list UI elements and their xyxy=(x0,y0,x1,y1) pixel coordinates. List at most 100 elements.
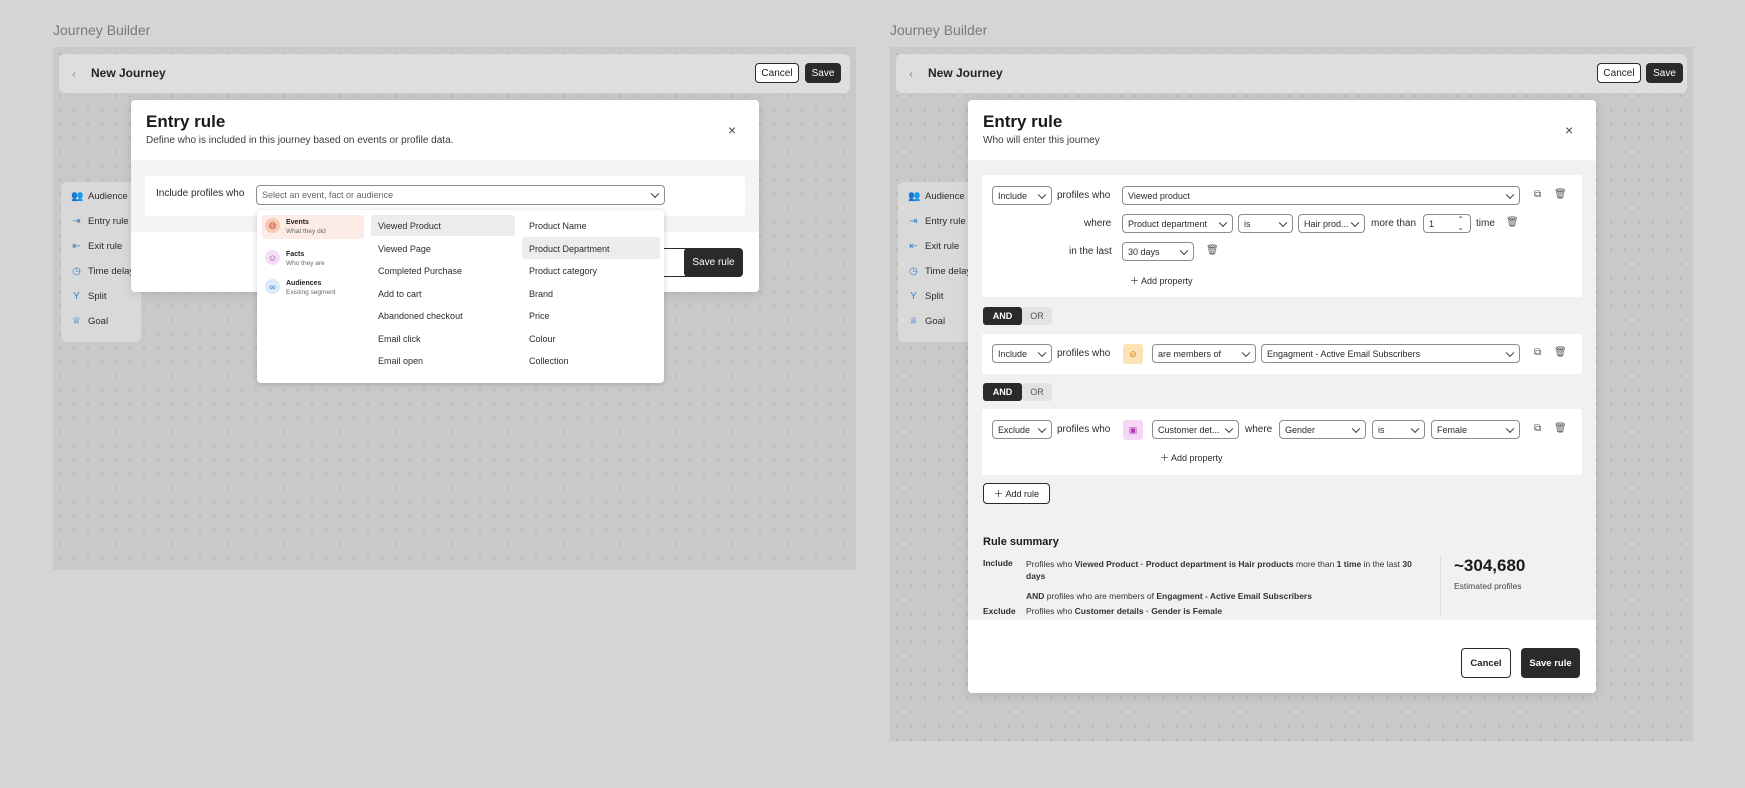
fact-select[interactable]: Customer det... xyxy=(1152,420,1239,439)
operator-select[interactable]: is xyxy=(1372,420,1425,439)
trash-icon[interactable]: 🗑 xyxy=(1206,245,1219,256)
sidebar-item-goal[interactable]: ♕ Goal xyxy=(908,316,945,327)
summary-include-label: Include xyxy=(983,558,1013,568)
include-label: Include profiles who xyxy=(156,188,245,199)
relation-select[interactable]: are members of xyxy=(1152,344,1256,363)
event-option[interactable]: Viewed Product xyxy=(378,221,441,231)
add-property-button[interactable]: ＋ Add property xyxy=(1130,274,1193,287)
event-dropdown: ◍ Events What they did ☺ Facts Who they ar… xyxy=(257,210,664,383)
frame-label-right: Journey Builder xyxy=(890,22,988,38)
event-option[interactable]: Abandoned checkout xyxy=(378,311,463,321)
trash-icon[interactable]: 🗑 xyxy=(1554,189,1567,200)
mode-select[interactable]: Include xyxy=(992,344,1052,363)
cancel-button[interactable]: Cancel xyxy=(755,63,799,83)
sidebar-item-audience[interactable]: 👥 Audience xyxy=(908,191,965,202)
audience-select[interactable]: Engagment - Active Email Subscribers xyxy=(1261,344,1520,363)
property-option[interactable]: Product category xyxy=(529,266,597,276)
event-option[interactable]: Completed Purchase xyxy=(378,266,462,276)
and-toggle[interactable]: AND xyxy=(983,383,1022,401)
summary-exclude-text: Profiles who Customer details · Gender i… xyxy=(1026,606,1223,616)
journey-topbar: ‹ New Journey Cancel Save xyxy=(896,54,1687,93)
back-icon[interactable]: ‹ xyxy=(909,67,913,81)
event-select[interactable]: Viewed product xyxy=(1122,186,1520,205)
property-option[interactable]: Collection xyxy=(529,356,569,366)
or-toggle[interactable]: OR xyxy=(1022,307,1052,325)
duplicate-icon[interactable]: ⧉ xyxy=(1534,347,1541,358)
event-select[interactable]: Select an event, fact or audience xyxy=(256,185,665,205)
count-stepper[interactable]: 1 ⌃ ⌄ xyxy=(1423,214,1471,233)
sidebar-item-entry-rule[interactable]: ⇥ Entry rule xyxy=(71,216,128,227)
sidebar-item-split[interactable]: Y Split xyxy=(71,291,106,302)
trash-icon[interactable]: 🗑 xyxy=(1554,347,1567,358)
summary-include-text: Profiles who Viewed Product · Product de… xyxy=(1026,559,1412,581)
sidebar-item-time-delay[interactable]: ◷ Time delay xyxy=(908,266,971,277)
property-option[interactable]: Price xyxy=(529,311,550,321)
property-option[interactable]: Product Department xyxy=(529,244,610,254)
mouse-icon: ◍ xyxy=(265,218,280,233)
value-select[interactable]: Hair prod... xyxy=(1298,214,1365,233)
category-audiences[interactable]: ∞ Audiences Existing segment xyxy=(265,279,336,297)
operator-select[interactable]: is xyxy=(1238,214,1293,233)
event-option[interactable]: Email click xyxy=(378,334,421,344)
people-icon: 👥 xyxy=(908,191,921,202)
sidebar-item-time-delay[interactable]: ◷ Time delay xyxy=(71,266,134,277)
trophy-icon: ♕ xyxy=(909,316,918,327)
sidebar-item-audience[interactable]: 👥 Audience xyxy=(71,191,128,202)
trash-icon[interactable]: 🗑 xyxy=(1506,217,1519,228)
property-option[interactable]: Product Name xyxy=(529,221,587,231)
close-icon[interactable]: × xyxy=(1565,122,1573,138)
people-icon: 👥 xyxy=(71,191,84,202)
and-toggle[interactable]: AND xyxy=(983,307,1022,325)
save-rule-button[interactable]: Save rule xyxy=(684,248,743,277)
value-select[interactable]: Female xyxy=(1431,420,1520,439)
duplicate-icon[interactable]: ⧉ xyxy=(1534,189,1541,200)
plus-icon: ＋ xyxy=(993,489,1003,499)
sidebar-item-goal[interactable]: ♕ Goal xyxy=(71,316,108,327)
frame-label-left: Journey Builder xyxy=(53,22,151,38)
save-button[interactable]: Save xyxy=(805,63,841,83)
save-rule-button[interactable]: Save rule xyxy=(1521,648,1580,678)
sidebar-item-exit-rule[interactable]: ⇤ Exit rule xyxy=(71,241,122,252)
cancel-button[interactable]: Cancel xyxy=(1461,648,1511,678)
stepper-icon[interactable]: ⌃ ⌄ xyxy=(1457,216,1464,232)
add-property-button[interactable]: ＋ Add property xyxy=(1160,451,1223,464)
add-rule-button[interactable]: ＋ Add rule xyxy=(983,483,1050,504)
category-facts[interactable]: ☺ Facts Who they are xyxy=(265,250,325,268)
event-option[interactable]: Add to cart xyxy=(378,289,422,299)
mode-select[interactable]: Include xyxy=(992,186,1052,205)
trophy-icon: ♕ xyxy=(72,316,81,327)
property-option[interactable]: Colour xyxy=(529,334,556,344)
category-events[interactable]: ◍ Events What they did xyxy=(265,218,326,236)
back-icon[interactable]: ‹ xyxy=(72,67,76,81)
sidebar-item-entry-rule[interactable]: ⇥ Entry rule xyxy=(908,216,965,227)
period-select[interactable]: 30 days xyxy=(1122,242,1194,261)
journey-title: New Journey xyxy=(928,66,1003,80)
modal-title: Entry rule xyxy=(983,112,1063,131)
cancel-button[interactable]: Cancel xyxy=(1597,63,1641,83)
duplicate-icon[interactable]: ⧉ xyxy=(1534,423,1541,434)
sidebar-item-split[interactable]: Y Split xyxy=(908,291,943,302)
summary-title: Rule summary xyxy=(983,536,1059,548)
close-icon[interactable]: × xyxy=(728,122,736,138)
step-sidebar: 👥 Audience ⇥ Entry rule ⇤ Exit rule ◷ Time d… xyxy=(61,182,141,342)
save-button[interactable]: Save xyxy=(1646,63,1683,83)
event-option[interactable]: Viewed Page xyxy=(378,244,431,254)
plus-icon: ＋ xyxy=(1160,453,1170,463)
exit-icon: ⇤ xyxy=(72,241,81,252)
property-select[interactable]: Product department xyxy=(1122,214,1233,233)
or-toggle[interactable]: OR xyxy=(1022,383,1052,401)
sidebar-item-exit-rule[interactable]: ⇤ Exit rule xyxy=(908,241,959,252)
property-option[interactable]: Brand xyxy=(529,289,553,299)
split-icon: Y xyxy=(73,291,80,302)
rule-card xyxy=(982,409,1582,475)
trash-icon[interactable]: 🗑 xyxy=(1554,423,1567,434)
clock-icon: ◷ xyxy=(72,266,81,277)
exit-icon: ⇤ xyxy=(909,241,918,252)
event-option[interactable]: Email open xyxy=(378,356,423,366)
property-select[interactable]: Gender xyxy=(1279,420,1366,439)
clock-icon: ◷ xyxy=(909,266,918,277)
enter-icon: ⇥ xyxy=(72,216,81,227)
link-icon: ⊘ xyxy=(1123,344,1143,364)
mode-select[interactable]: Exclude xyxy=(992,420,1052,439)
split-icon: Y xyxy=(910,291,917,302)
